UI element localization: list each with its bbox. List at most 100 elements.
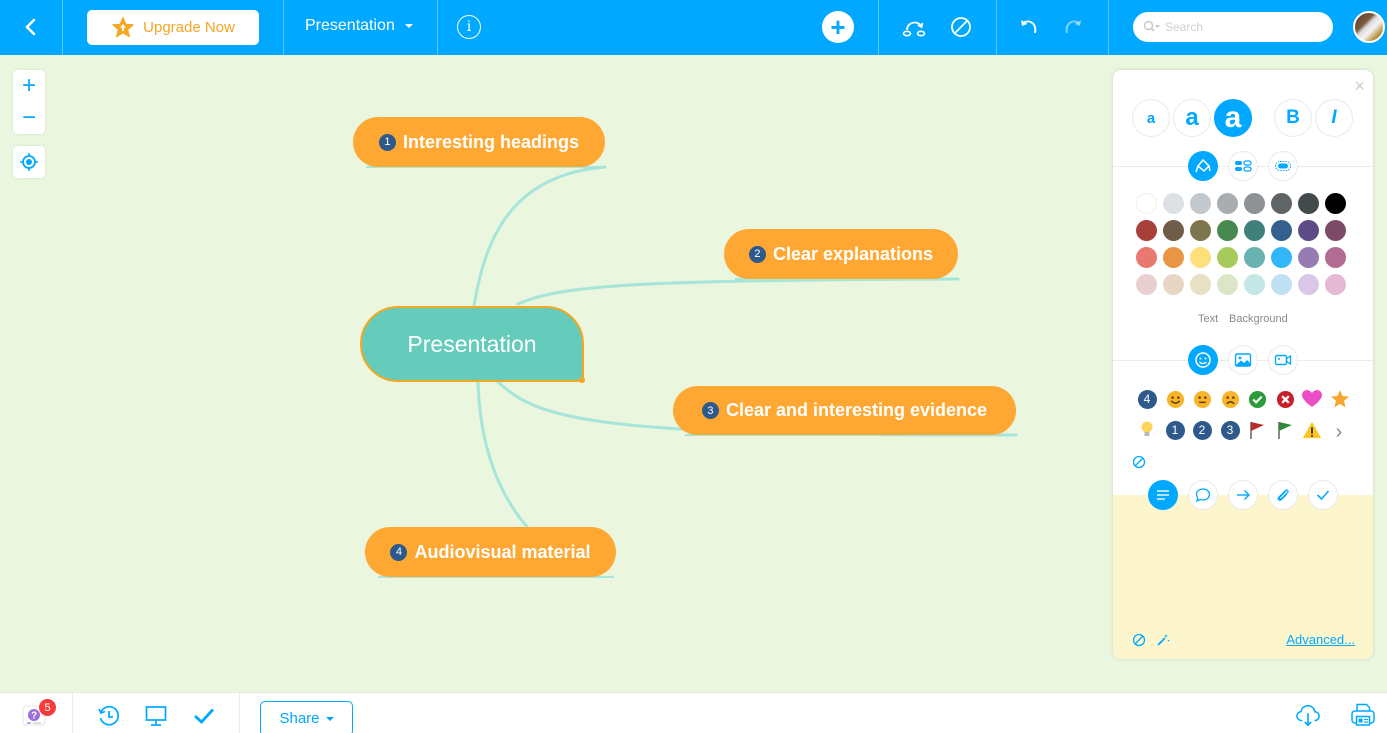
history-button[interactable]: [96, 703, 122, 729]
download-button[interactable]: [1295, 702, 1321, 728]
color-swatch[interactable]: [1244, 220, 1265, 241]
media-tab-image[interactable]: [1228, 345, 1258, 375]
undo-button[interactable]: [1016, 14, 1042, 40]
bold-button[interactable]: B: [1274, 99, 1312, 137]
color-swatch[interactable]: [1325, 220, 1346, 241]
color-swatch[interactable]: [1136, 247, 1157, 268]
color-swatch[interactable]: [1271, 193, 1292, 214]
warning-marker[interactable]: [1302, 420, 1322, 440]
sad-marker[interactable]: [1220, 389, 1240, 409]
search-box[interactable]: [1133, 12, 1333, 42]
color-swatch[interactable]: [1136, 220, 1157, 241]
italic-button[interactable]: I: [1315, 99, 1353, 137]
upgrade-now-button[interactable]: Upgrade Now: [87, 10, 259, 45]
background-color-tab[interactable]: Background: [1229, 313, 1288, 325]
color-swatch[interactable]: [1190, 193, 1211, 214]
magic-wand-button[interactable]: [1153, 630, 1173, 650]
color-swatch[interactable]: [1136, 274, 1157, 295]
color-swatch[interactable]: [1298, 247, 1319, 268]
color-swatch[interactable]: [1244, 247, 1265, 268]
topic-node[interactable]: 4 Audiovisual material: [365, 527, 616, 577]
priority-1-marker[interactable]: 1: [1165, 420, 1185, 440]
color-swatch[interactable]: [1217, 247, 1238, 268]
color-swatch[interactable]: [1298, 274, 1319, 295]
topic-node[interactable]: 1 Interesting headings: [353, 117, 605, 167]
remove-icon-button[interactable]: [1129, 452, 1149, 472]
bold-icon: B: [1286, 107, 1300, 128]
print-button[interactable]: [1350, 702, 1376, 728]
check-marker[interactable]: [1247, 389, 1267, 409]
font-size-medium-button[interactable]: a: [1173, 99, 1211, 137]
central-topic[interactable]: Presentation: [360, 306, 584, 382]
cross-marker[interactable]: [1275, 389, 1295, 409]
redo-button[interactable]: [1060, 14, 1086, 40]
color-swatch[interactable]: [1190, 247, 1211, 268]
color-swatch[interactable]: [1190, 274, 1211, 295]
color-swatch[interactable]: [1163, 247, 1184, 268]
search-input[interactable]: [1165, 20, 1305, 34]
media-tab-emoji[interactable]: [1188, 345, 1218, 375]
clear-style-button[interactable]: [948, 14, 974, 40]
plus-icon: +: [830, 12, 846, 42]
color-swatch[interactable]: [1271, 247, 1292, 268]
color-swatch[interactable]: [1325, 193, 1346, 214]
add-topic-button[interactable]: +: [822, 11, 854, 43]
info-button[interactable]: i: [457, 15, 481, 39]
color-swatch[interactable]: [1244, 193, 1265, 214]
comment-tab[interactable]: [1188, 480, 1218, 510]
document-title-dropdown[interactable]: Presentation: [305, 17, 413, 35]
color-swatch[interactable]: [1325, 247, 1346, 268]
attachment-tab[interactable]: [1268, 480, 1298, 510]
style-tab-boundary[interactable]: [1268, 151, 1298, 181]
star-marker[interactable]: [1330, 389, 1350, 409]
relationship-button[interactable]: [901, 14, 927, 40]
priority-4-marker[interactable]: 4: [1137, 389, 1157, 409]
color-swatch[interactable]: [1217, 274, 1238, 295]
style-tab-paint[interactable]: [1188, 151, 1218, 181]
clear-notes-button[interactable]: [1129, 630, 1149, 650]
color-swatch[interactable]: [1217, 193, 1238, 214]
advanced-link[interactable]: Advanced...: [1286, 632, 1355, 647]
more-icons-button[interactable]: ›: [1329, 421, 1349, 443]
color-swatch[interactable]: [1271, 220, 1292, 241]
color-swatch[interactable]: [1163, 274, 1184, 295]
media-tab-video[interactable]: [1268, 345, 1298, 375]
prohibited-icon: [1132, 633, 1146, 647]
bulb-marker[interactable]: [1137, 420, 1157, 440]
font-size-small-button[interactable]: a: [1132, 99, 1170, 137]
text-color-tab[interactable]: Text: [1198, 313, 1218, 325]
heart-marker[interactable]: [1302, 389, 1322, 409]
back-button[interactable]: [18, 14, 44, 40]
font-size-large-button[interactable]: a: [1214, 99, 1252, 137]
presentation-mode-button[interactable]: [143, 703, 169, 729]
color-swatch[interactable]: [1325, 274, 1346, 295]
style-tab-structure[interactable]: [1228, 151, 1258, 181]
smile-marker[interactable]: [1165, 389, 1185, 409]
color-swatch[interactable]: [1190, 220, 1211, 241]
priority-3-marker[interactable]: 3: [1220, 420, 1240, 440]
red-flag-marker[interactable]: [1247, 420, 1267, 440]
resize-handle[interactable]: [579, 377, 585, 383]
notes-tab[interactable]: [1148, 480, 1178, 510]
share-button[interactable]: Share: [260, 701, 353, 733]
lightbulb-icon: [1141, 421, 1153, 436]
color-swatch[interactable]: [1136, 193, 1157, 214]
task-tab[interactable]: [1308, 480, 1338, 510]
color-swatch[interactable]: [1244, 274, 1265, 295]
color-swatch[interactable]: [1298, 220, 1319, 241]
color-swatch[interactable]: [1163, 193, 1184, 214]
topic-node[interactable]: 3 Clear and interesting evidence: [673, 386, 1016, 435]
green-flag-marker[interactable]: [1275, 420, 1295, 440]
color-swatch[interactable]: [1163, 220, 1184, 241]
paperclip-icon: [1277, 489, 1289, 501]
neutral-marker[interactable]: [1192, 389, 1212, 409]
close-icon[interactable]: ×: [1354, 76, 1365, 97]
task-mode-button[interactable]: [191, 703, 217, 729]
color-swatch[interactable]: [1271, 274, 1292, 295]
link-tab[interactable]: [1228, 480, 1258, 510]
color-swatch[interactable]: [1217, 220, 1238, 241]
color-swatch[interactable]: [1298, 193, 1319, 214]
user-avatar[interactable]: [1353, 11, 1385, 43]
priority-2-marker[interactable]: 2: [1192, 420, 1212, 440]
topic-node[interactable]: 2 Clear explanations: [724, 229, 958, 279]
